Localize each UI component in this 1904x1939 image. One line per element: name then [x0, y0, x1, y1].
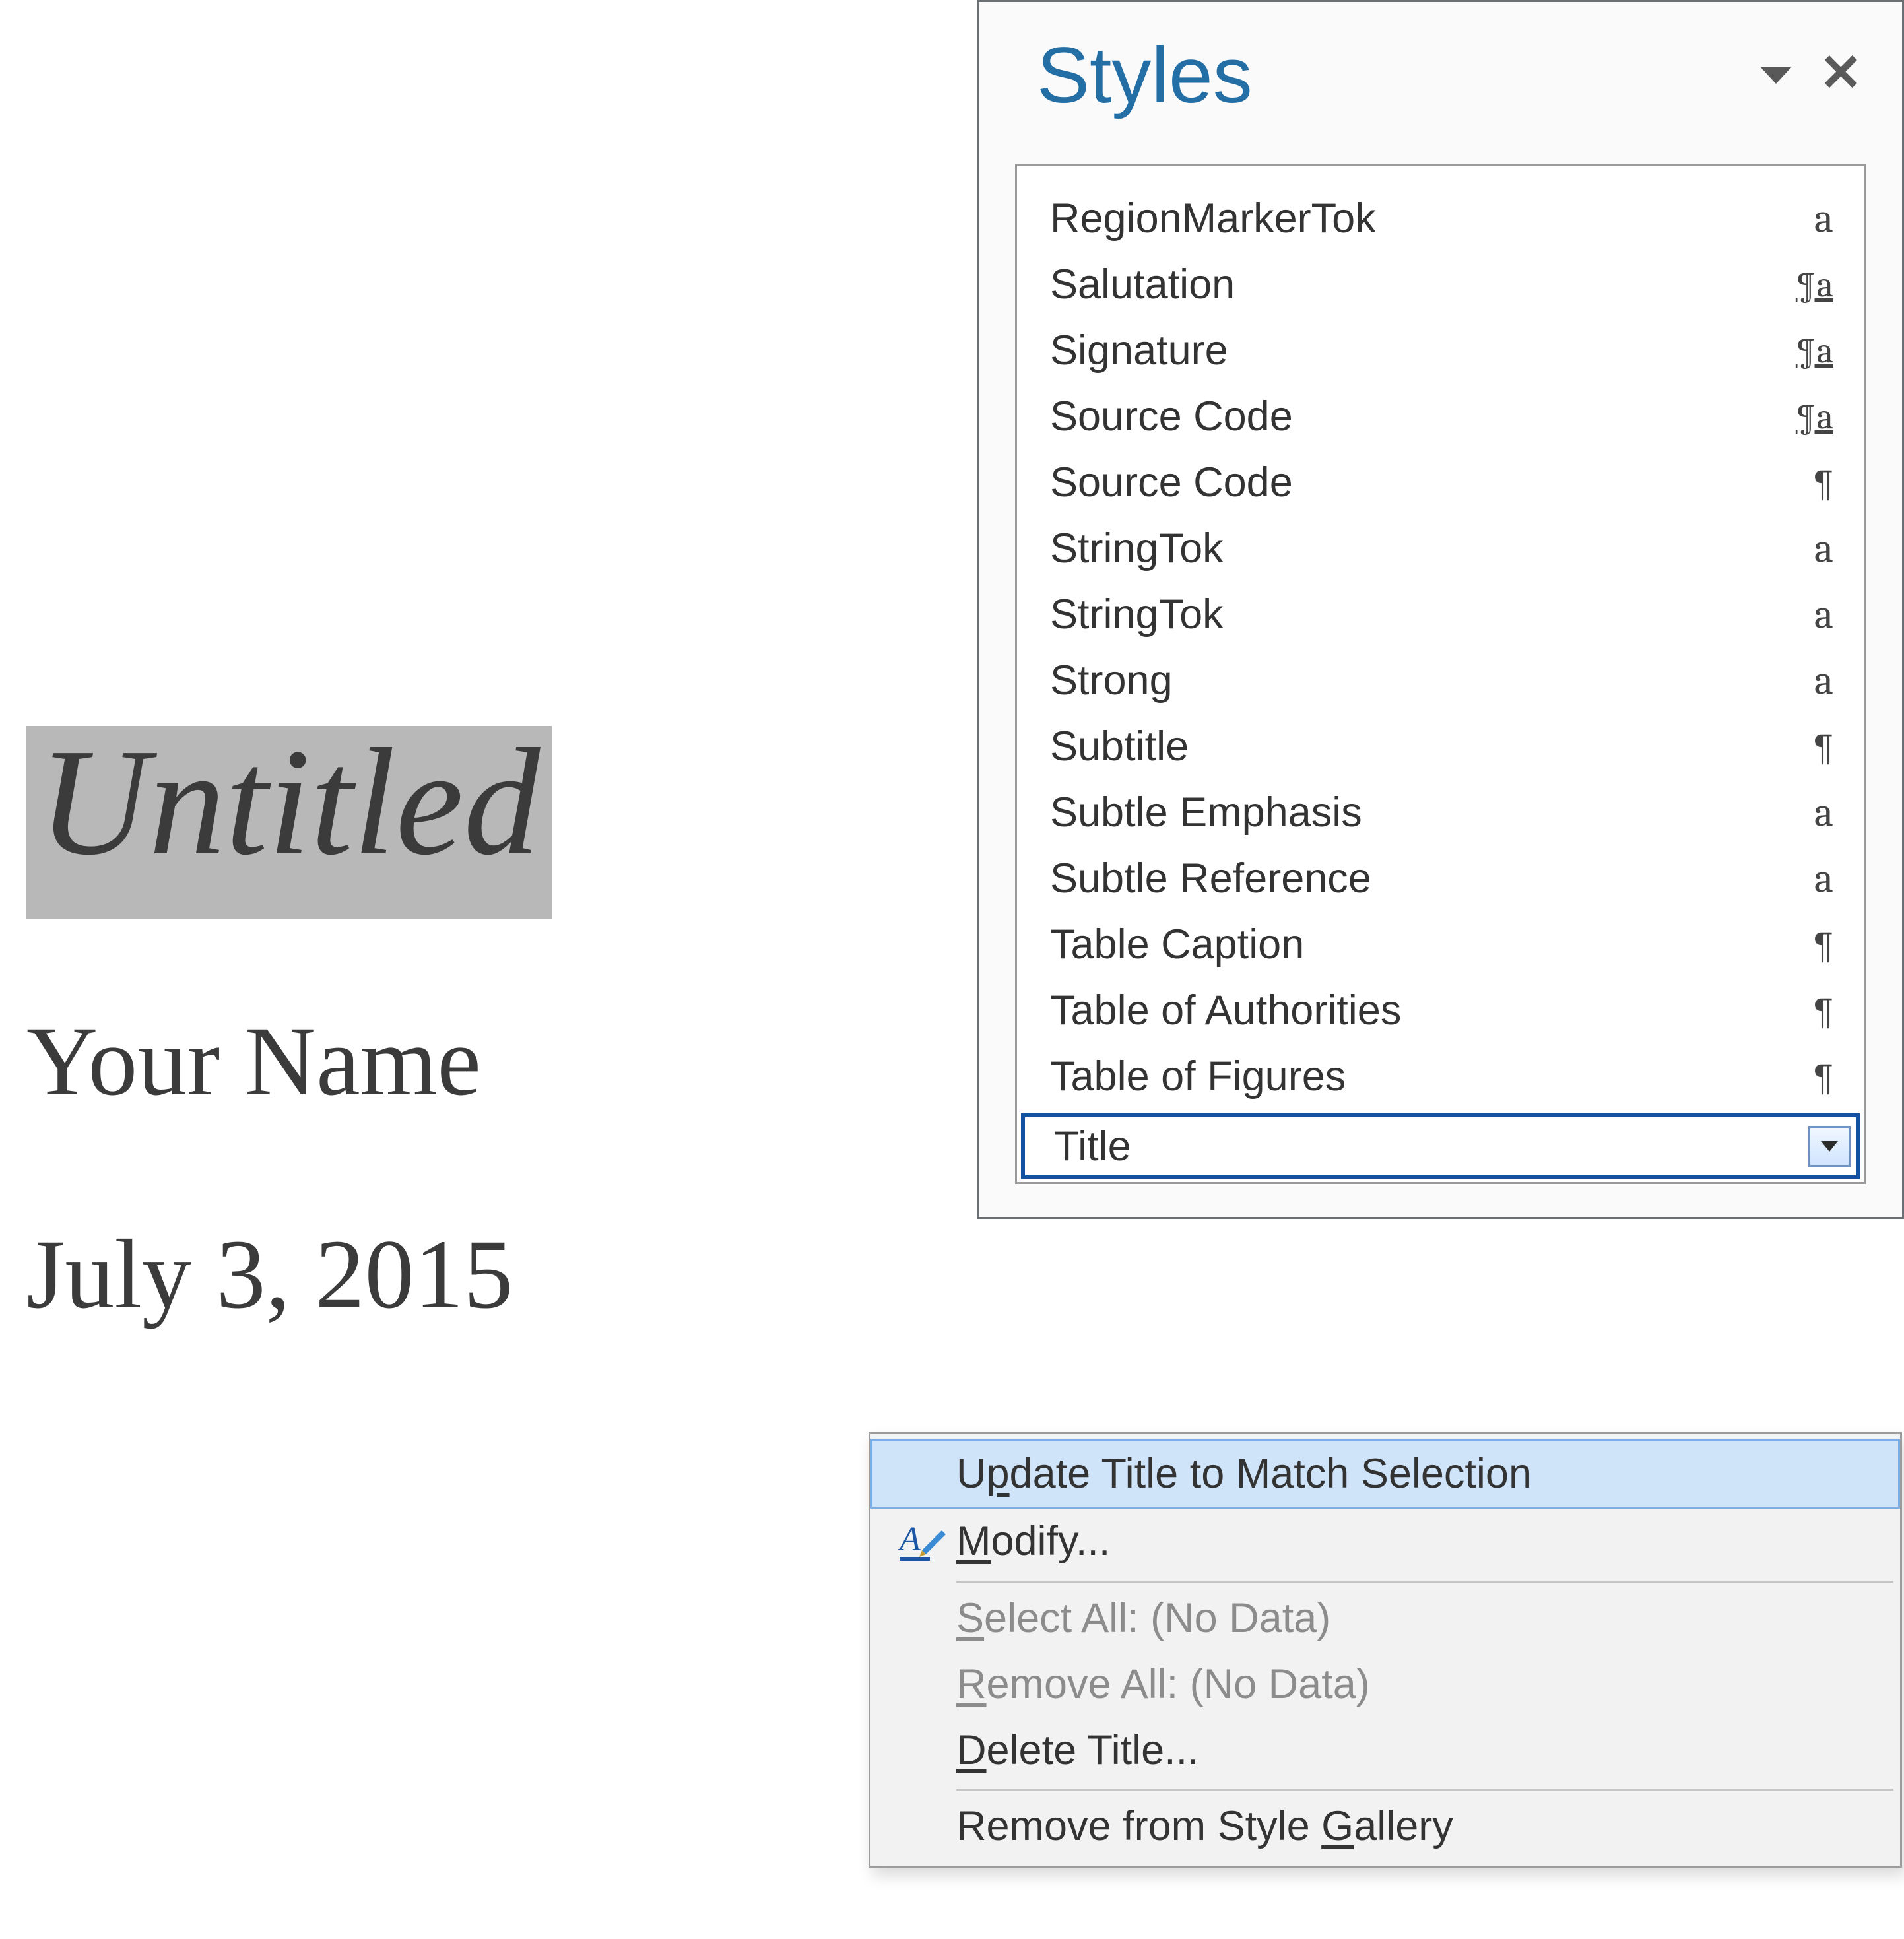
style-item-stringtok-2[interactable]: StringTok a — [1017, 581, 1864, 647]
style-item-subtitle[interactable]: Subtitle ¶ — [1017, 713, 1864, 779]
character-style-icon: a — [1787, 591, 1833, 638]
svg-text:A: A — [898, 1521, 921, 1558]
style-item-table-of-authorities[interactable]: Table of Authorities ¶ — [1017, 977, 1864, 1043]
close-icon[interactable]: ✕ — [1820, 47, 1862, 98]
style-item-source-code-para[interactable]: Source Code ¶ — [1017, 449, 1864, 515]
character-style-icon: a — [1787, 525, 1833, 572]
style-item-table-of-figures[interactable]: Table of Figures ¶ — [1017, 1043, 1864, 1109]
linked-style-icon: ¶a — [1787, 330, 1833, 372]
character-style-icon: a — [1787, 195, 1833, 242]
linked-style-icon: ¶a — [1787, 264, 1833, 306]
style-item-subtle-reference[interactable]: Subtle Reference a — [1017, 845, 1864, 911]
style-item-stringtok-1[interactable]: StringTok a — [1017, 515, 1864, 581]
style-item-title-selected[interactable]: Title — [1021, 1113, 1860, 1179]
styles-pane-header: Styles ✕ — [979, 2, 1902, 164]
style-item-strong[interactable]: Strong a — [1017, 647, 1864, 713]
menu-separator — [956, 1581, 1893, 1583]
character-style-icon: a — [1787, 657, 1833, 704]
paragraph-style-icon: ¶ — [1787, 923, 1833, 966]
menu-select-all: Select All: (No Data) — [870, 1585, 1900, 1651]
paragraph-style-icon: ¶ — [1787, 461, 1833, 504]
style-item-source-code-linked[interactable]: Source Code ¶a — [1017, 383, 1864, 449]
modify-style-icon: A — [885, 1516, 956, 1566]
paragraph-style-icon: ¶ — [1787, 725, 1833, 768]
menu-update-to-match-selection[interactable]: Update Title to Match Selection — [870, 1439, 1900, 1509]
style-item-salutation[interactable]: Salutation ¶a — [1017, 251, 1864, 317]
style-item-subtle-emphasis[interactable]: Subtle Emphasis a — [1017, 779, 1864, 845]
title-selection-highlight[interactable]: Untitled — [26, 726, 552, 919]
character-style-icon: a — [1787, 789, 1833, 836]
linked-style-icon: ¶a — [1787, 396, 1833, 438]
document-author[interactable]: Your Name — [26, 1004, 766, 1119]
styles-pane-title: Styles — [1037, 30, 1732, 121]
styles-list[interactable]: RegionMarkerTok a Salutation ¶a Signatur… — [1015, 164, 1866, 1184]
pane-options-dropdown-icon[interactable] — [1757, 64, 1794, 86]
style-context-menu: Update Title to Match Selection A Modify… — [869, 1432, 1902, 1868]
menu-remove-from-gallery[interactable]: Remove from Style Gallery — [870, 1793, 1900, 1859]
document-preview: Untitled Your Name July 3, 2015 — [26, 726, 766, 1331]
style-item-table-caption[interactable]: Table Caption ¶ — [1017, 911, 1864, 977]
style-dropdown-button[interactable] — [1808, 1126, 1851, 1167]
menu-delete-style[interactable]: Delete Title... — [870, 1717, 1900, 1783]
menu-separator — [956, 1789, 1893, 1791]
menu-remove-all: Remove All: (No Data) — [870, 1651, 1900, 1717]
styles-pane: Styles ✕ RegionMarkerTok a Salutation ¶a… — [977, 0, 1904, 1219]
document-date[interactable]: July 3, 2015 — [26, 1218, 766, 1332]
document-title[interactable]: Untitled — [38, 726, 540, 879]
character-style-icon: a — [1787, 855, 1833, 902]
style-item-signature[interactable]: Signature ¶a — [1017, 317, 1864, 383]
paragraph-style-icon: ¶ — [1787, 1055, 1833, 1098]
paragraph-style-icon: ¶ — [1787, 989, 1833, 1032]
style-item-regionmarkertok[interactable]: RegionMarkerTok a — [1017, 185, 1864, 251]
menu-modify-style[interactable]: A Modify... — [870, 1507, 1900, 1575]
